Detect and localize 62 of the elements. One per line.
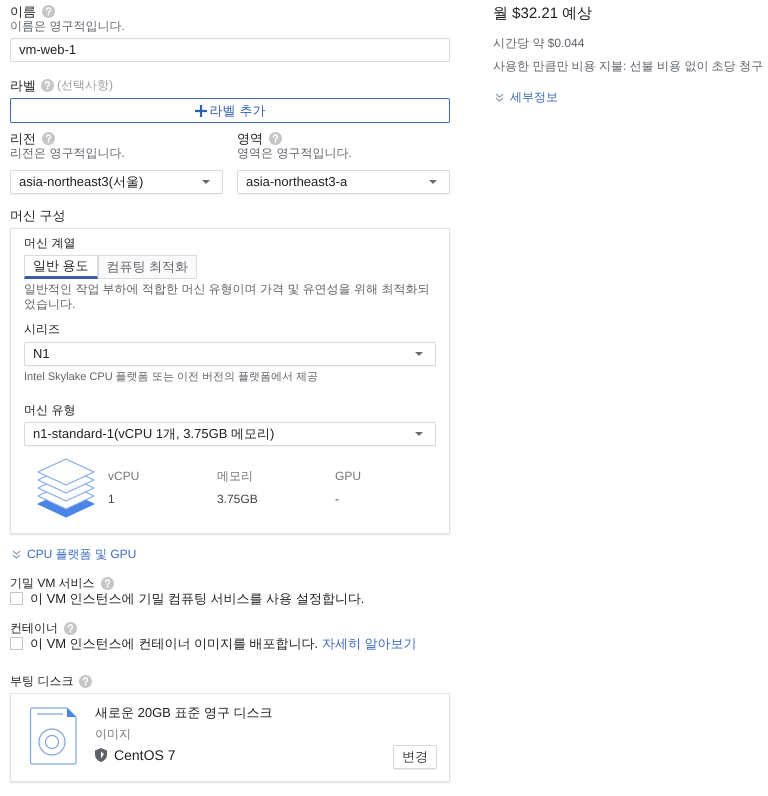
field-label: 부팅 디스크: [10, 674, 74, 689]
section-title: 머신 구성: [10, 208, 67, 223]
dropdown-select[interactable]: asia-northeast3(서울): [10, 170, 223, 194]
help-icon[interactable]: [79, 675, 92, 688]
family-description: 일반적인 작업 부하에 적합한 머신 유형이며 가격 및 유연성을 위해 최적화되었습니다.: [24, 282, 430, 312]
help-icon[interactable]: [269, 132, 282, 145]
dropdown-select[interactable]: n1-standard-1(vCPU 1개, 3.75GB 메모리): [24, 422, 436, 446]
spec-label: vCPU: [108, 468, 140, 484]
field-label: 이름: [10, 4, 36, 19]
family-tab[interactable]: 일반 용도: [24, 255, 98, 279]
optional-note: (선택사항): [57, 78, 113, 93]
caret-icon: [429, 180, 437, 184]
disk-image-icon: [29, 707, 77, 765]
plus-icon: [194, 104, 207, 116]
checkbox[interactable]: [10, 637, 23, 650]
checkbox[interactable]: [10, 592, 23, 605]
spec-label: 메모리: [217, 468, 254, 484]
caret-icon: [415, 432, 423, 436]
shield-icon: [95, 748, 107, 762]
cpu-platform-link[interactable]: CPU 플랫폼 및 GPU: [12, 547, 136, 562]
image-label: 이미지: [95, 726, 132, 742]
field-label: 컨테이너: [10, 621, 58, 636]
details-link[interactable]: 세부정보: [495, 89, 558, 105]
dropdown-select[interactable]: N1: [24, 342, 436, 366]
spec-value: 3.75GB: [217, 491, 259, 507]
field-hint: 영역은 영구적입니다.: [237, 146, 353, 160]
series-hint: Intel Skylake CPU 플랫폼 또는 이전 버전의 플랫폼에서 제공: [24, 370, 319, 384]
field-label: 리전: [10, 131, 36, 146]
help-icon[interactable]: [64, 622, 77, 635]
field-label: 시리즈: [24, 322, 61, 337]
caret-icon: [202, 180, 210, 184]
stacked-layers-icon: [36, 458, 96, 518]
spec-value: -: [335, 491, 340, 507]
add-label-button[interactable]: 라벨 추가: [10, 98, 450, 123]
field-label: 라벨: [10, 78, 36, 93]
checkbox-label[interactable]: 이 VM 인스턴스에 기밀 컴퓨팅 서비스를 사용 설정합니다.: [30, 591, 364, 606]
hourly-price: 시간당 약 $0.044: [493, 35, 586, 51]
spec-label: GPU: [335, 468, 362, 484]
help-icon[interactable]: [42, 5, 55, 18]
learn-more-link[interactable]: 자세히 알아보기: [322, 636, 416, 651]
help-icon[interactable]: [100, 577, 114, 590]
field-hint: 리전은 영구적입니다.: [10, 146, 126, 160]
caret-icon: [415, 352, 423, 356]
change-button[interactable]: 변경: [393, 745, 437, 769]
field-label: 영역: [237, 131, 263, 146]
field-label: 머신 계열: [24, 236, 76, 251]
field-label: 기밀 VM 서비스: [10, 576, 95, 591]
name-input[interactable]: vm-web-1: [10, 38, 450, 62]
family-tab[interactable]: 컴퓨팅 최적화: [98, 255, 198, 279]
image-name: CentOS 7: [114, 747, 176, 763]
double-chevron-icon: [495, 92, 504, 102]
checkbox-label[interactable]: 이 VM 인스턴스에 컨테이너 이미지를 배포합니다. 자세히 알아보기: [30, 636, 416, 651]
spec-value: 1: [108, 491, 116, 507]
dropdown-select[interactable]: asia-northeast3-a: [237, 170, 450, 194]
monthly-estimate: 월 $32.21 예상: [493, 4, 594, 24]
double-chevron-icon: [12, 550, 21, 559]
billing-note: 사용한 만큼만 비용 지불: 선불 비용 없이 초당 청구: [493, 58, 764, 74]
help-icon[interactable]: [41, 79, 54, 92]
help-icon[interactable]: [42, 132, 55, 145]
field-label: 머신 유형: [24, 403, 76, 418]
disk-title: 새로운 20GB 표준 영구 디스크: [95, 705, 273, 721]
field-hint: 이름은 영구적입니다.: [10, 19, 126, 33]
